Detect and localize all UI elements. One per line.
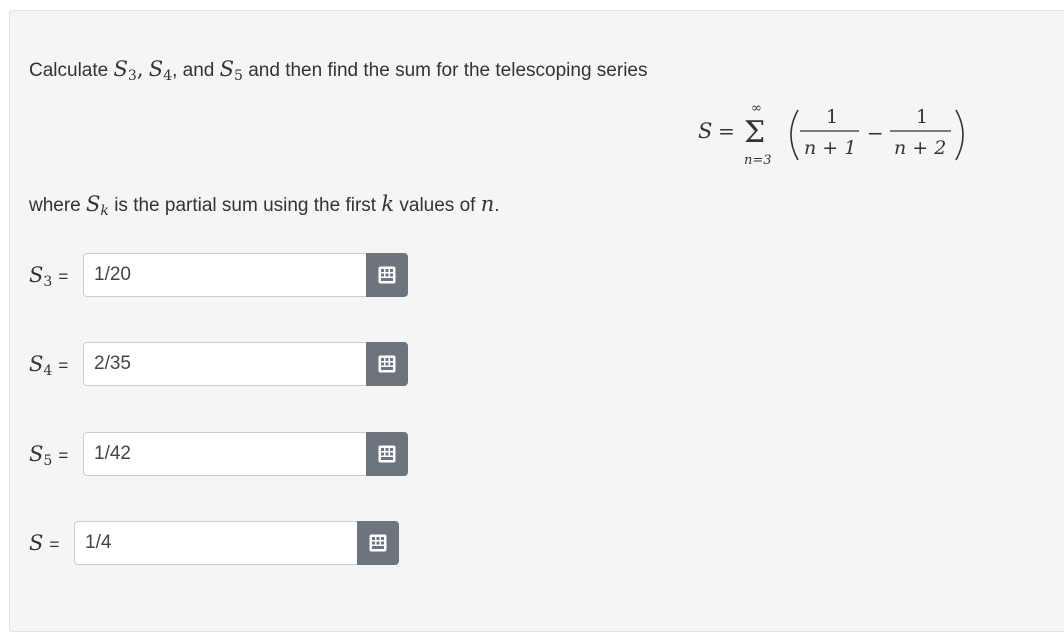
keyboard-icon (378, 355, 396, 373)
formula-minus: − (867, 121, 884, 145)
keyboard-button-sum[interactable] (357, 521, 399, 565)
prompt-mid: and then find the sum for the telescopin… (248, 60, 648, 81)
math-s3: S3 (113, 57, 137, 84)
keyboard-button-s5[interactable] (366, 432, 408, 476)
answer-row-s3: S3 = 1/20 (29, 253, 411, 297)
answer-input-s5[interactable]: 1/42 (83, 432, 367, 476)
frac1-denominator: n + 1 (804, 137, 856, 159)
formula-lhs: S (698, 119, 712, 143)
formula-equals: = (718, 119, 735, 143)
keyboard-button-s3[interactable] (366, 253, 408, 297)
frac2-denominator: n + 2 (894, 137, 946, 159)
math-k: k (381, 192, 395, 216)
keyboard-icon (378, 445, 396, 463)
where-suffix: is the partial sum using the first (114, 195, 377, 216)
where-end: values of (399, 195, 476, 216)
prompt-intro: Calculate (29, 60, 109, 81)
answer-row-s4: S4 = 2/35 (29, 342, 411, 386)
answer-row-sum: S = 1/4 (29, 521, 402, 565)
formula-left-paren (790, 109, 799, 161)
math-s5: S5 (219, 57, 243, 84)
math-comma-1: , (136, 57, 144, 81)
formula-lower-limit: n=3 (744, 153, 772, 168)
prompt-and: , and (172, 60, 215, 81)
formula-sigma: Σ (744, 115, 765, 150)
answer-label-s3: S3 = (29, 263, 69, 290)
frac1-numerator: 1 (826, 106, 838, 128)
where-prefix: where (29, 195, 81, 216)
frac2-numerator: 1 (916, 106, 928, 128)
answer-label-s5: S5 = (29, 442, 69, 469)
answer-input-s4[interactable]: 2/35 (83, 342, 367, 386)
keyboard-button-s4[interactable] (366, 342, 408, 386)
formula-upper-limit: ∞ (751, 101, 762, 116)
math-sk: Sk (86, 192, 109, 219)
where-text: where Sk is the partial sum using the fi… (29, 192, 500, 219)
answer-input-s3[interactable]: 1/20 (83, 253, 367, 297)
keyboard-icon (378, 266, 396, 284)
math-n: n (480, 192, 495, 216)
keyboard-icon (369, 534, 387, 552)
answer-row-s5: S5 = 1/42 (29, 432, 411, 476)
formula-right-paren (955, 109, 964, 161)
answer-label-s4: S4 = (29, 352, 69, 379)
question-prompt: Calculate S3, S4, and S5 and then find t… (29, 57, 647, 84)
answer-label-sum: S = (29, 531, 60, 555)
series-formula: S = ∞ Σ n=3 1 n + 1 − 1 n + 2 (698, 101, 964, 168)
answer-input-sum[interactable]: 1/4 (74, 521, 358, 565)
where-period: . (494, 195, 500, 216)
math-s4: S4 (148, 57, 173, 84)
